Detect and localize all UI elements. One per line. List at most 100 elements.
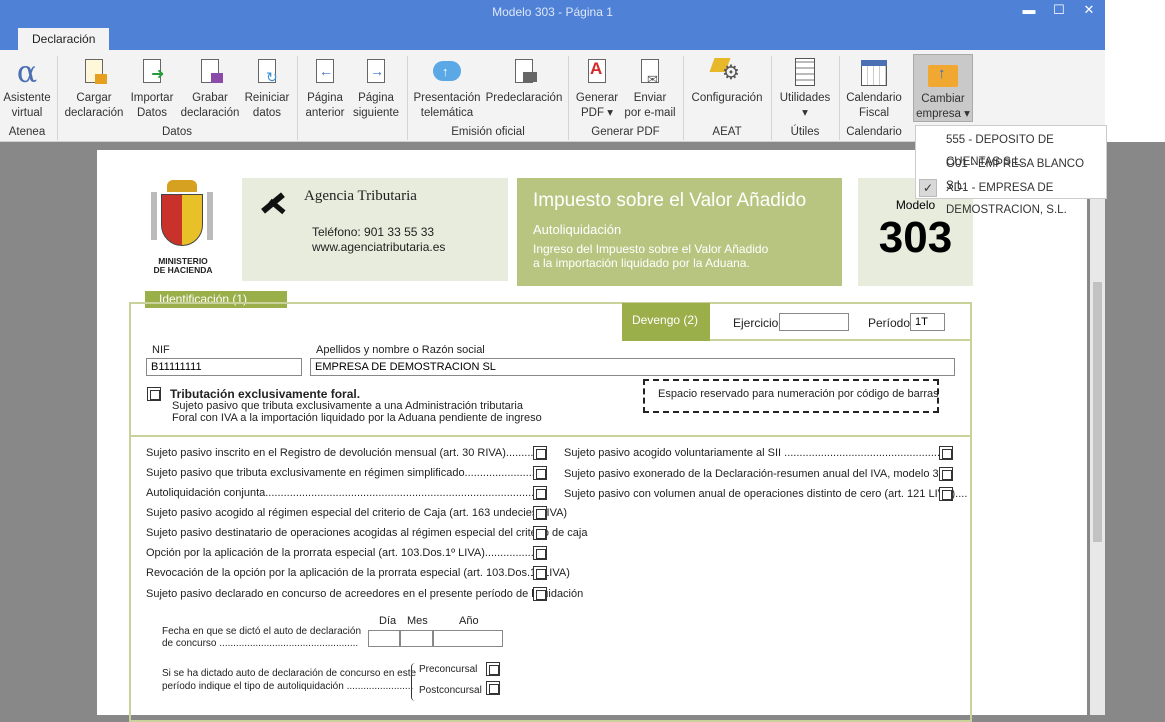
asistente-virtual-button[interactable]: α Asistente virtual [2, 54, 52, 122]
divider [131, 435, 970, 437]
nif-input[interactable]: B11111111 [146, 358, 302, 376]
tax-description: a la importación liquidado por la Aduana… [533, 256, 750, 270]
minimize-button[interactable]: ▬ [1017, 2, 1041, 17]
foral-title: Tributación exclusivamente foral. [170, 387, 361, 401]
configuracion-button[interactable]: ⚙ Configuración [688, 54, 766, 122]
tax-subtitle: Autoliquidación [533, 222, 622, 237]
button-label: Predeclaración [485, 92, 563, 104]
foral-checkbox[interactable] [147, 387, 161, 401]
button-label: Página [358, 92, 394, 104]
check-destinatario-caja[interactable] [533, 526, 547, 540]
nif-label: NIF [152, 344, 170, 356]
button-label: por e-mail [624, 107, 676, 119]
ministry-name: MINISTERIO DE HACIENDA [153, 256, 213, 275]
name-input[interactable]: EMPRESA DE DEMOSTRACION SL [310, 358, 955, 376]
periodo-label: Período [868, 316, 911, 330]
enviar-email-button[interactable]: ✉ Enviar por e-mail [622, 54, 678, 122]
button-label: telemática [420, 107, 474, 119]
company-item-555[interactable]: 555 - DEPOSITO DE CUENTAS S.L. [916, 129, 1106, 168]
form-page: MINISTERIO DE HACIENDA Agencia Tributaria… [97, 150, 1087, 722]
agency-box: Agencia Tributaria Teléfono: 901 33 55 3… [242, 178, 508, 281]
reiniciar-datos-button[interactable]: ↻ Reiniciar datos [243, 54, 291, 122]
group-label: Útiles [790, 126, 820, 138]
pagina-anterior-button[interactable]: ← Página anterior [301, 54, 349, 122]
check-autoliquidacion-conjunta[interactable] [533, 486, 547, 500]
ejercicio-input[interactable] [779, 313, 849, 331]
button-label: PDF ▾ [581, 107, 613, 119]
button-label: siguiente [352, 107, 400, 119]
check-revocacion-prorrata[interactable] [533, 566, 547, 580]
separator [297, 56, 298, 140]
presentacion-telematica-button[interactable]: ↑ Presentación telemática [412, 54, 482, 122]
company-item-o01[interactable]: O01 - EMPRESA BLANCO S.L. [916, 153, 1106, 192]
day-label: Día [379, 615, 397, 627]
company-item-xd1[interactable]: ✓ XD1 - EMPRESA DE DEMOSTRACION, S.L. [916, 177, 1106, 216]
button-label: Cargar [76, 92, 112, 104]
title-bar: Modelo 303 - Página 1 ▬ ☐ ✕ [0, 0, 1105, 26]
button-label: Configuración [691, 92, 763, 104]
cargar-declaracion-button[interactable]: Cargar declaración [62, 54, 126, 122]
predeclaracion-button[interactable]: Predeclaración [484, 54, 564, 122]
separator [683, 56, 684, 140]
folder-upload-icon: ↑ [928, 59, 958, 89]
pagina-siguiente-button[interactable]: → Página siguiente [350, 54, 402, 122]
gear-icon: ⚙ [709, 58, 742, 88]
check-volumen-anual[interactable] [939, 487, 953, 501]
year-label: Año [459, 615, 479, 627]
tax-header: Impuesto sobre el Valor Añadido Autoliqu… [517, 178, 842, 286]
button-label: Página [307, 92, 343, 104]
grabar-declaracion-button[interactable]: Grabar declaración [178, 54, 242, 122]
vertical-scrollbar[interactable] [1090, 142, 1105, 715]
check-postconcursal[interactable] [486, 681, 500, 695]
check-regimen-simplificado[interactable] [533, 466, 547, 480]
calendar-icon [859, 58, 889, 88]
alpha-icon: α [16, 55, 38, 90]
periodo-input[interactable]: 1T [910, 313, 945, 331]
button-label: Reiniciar [244, 92, 290, 104]
utilidades-button[interactable]: Utilidades ▾ [776, 54, 834, 122]
devengo-tab: Devengo (2) [622, 303, 710, 341]
close-button[interactable]: ✕ [1077, 2, 1101, 18]
check-label: Sujeto pasivo acogido al régimen especia… [146, 507, 568, 519]
check-label: Sujeto pasivo inscrito en el Registro de… [146, 447, 537, 459]
importar-datos-button[interactable]: ➜ Importar Datos [128, 54, 176, 122]
background-area [1105, 0, 1165, 142]
check-label: Sujeto pasivo con volumen anual de opera… [564, 488, 968, 500]
calendario-fiscal-button[interactable]: Calendario Fiscal [843, 54, 905, 122]
postconcursal-label: Postconcursal [419, 685, 482, 696]
check-sii[interactable] [939, 446, 953, 460]
ministry-crest [147, 180, 217, 260]
maximize-button[interactable]: ☐ [1047, 2, 1071, 18]
button-label: declaración [64, 107, 124, 119]
concurso-date-label: Fecha en que se dictó el auto de declara… [162, 626, 362, 637]
check-exonerado-390[interactable] [939, 467, 953, 481]
foral-description: Foral con IVA a la importación liquidado… [172, 412, 542, 424]
month-input[interactable] [400, 630, 433, 647]
refresh-doc-icon: ↻ [252, 58, 282, 88]
button-label: Cambiar [921, 93, 965, 105]
check-preconcursal[interactable] [486, 662, 500, 676]
printer-icon [509, 58, 539, 88]
check-icon: ✓ [919, 179, 937, 197]
tab-declaracion[interactable]: Declaración [18, 28, 110, 50]
cloud-upload-icon: ↑ [432, 58, 462, 88]
button-label: Calendario [846, 92, 902, 104]
agency-logo-icon [258, 186, 286, 215]
check-criterio-caja[interactable] [533, 506, 547, 520]
save-doc-icon [195, 58, 225, 88]
cambiar-empresa-button[interactable]: ↑ Cambiar empresa ▾ [913, 54, 973, 122]
button-label: declaración [180, 107, 240, 119]
day-input[interactable] [368, 630, 400, 647]
year-input[interactable] [433, 630, 503, 647]
check-concurso-acreedores[interactable] [533, 587, 547, 601]
button-label: Datos [136, 107, 168, 119]
check-devolucion-mensual[interactable] [533, 446, 547, 460]
calculator-icon [790, 58, 820, 88]
button-label: Asistente [3, 92, 51, 104]
foral-description: Sujeto pasivo que tributa exclusivamente… [172, 400, 523, 412]
generar-pdf-button[interactable]: A Generar PDF ▾ [573, 54, 621, 122]
scroll-thumb[interactable] [1093, 282, 1102, 542]
check-label: Autoliquidación conjunta................… [146, 487, 541, 499]
group-label: Atenea [8, 126, 46, 138]
check-prorrata-especial[interactable] [533, 546, 547, 560]
